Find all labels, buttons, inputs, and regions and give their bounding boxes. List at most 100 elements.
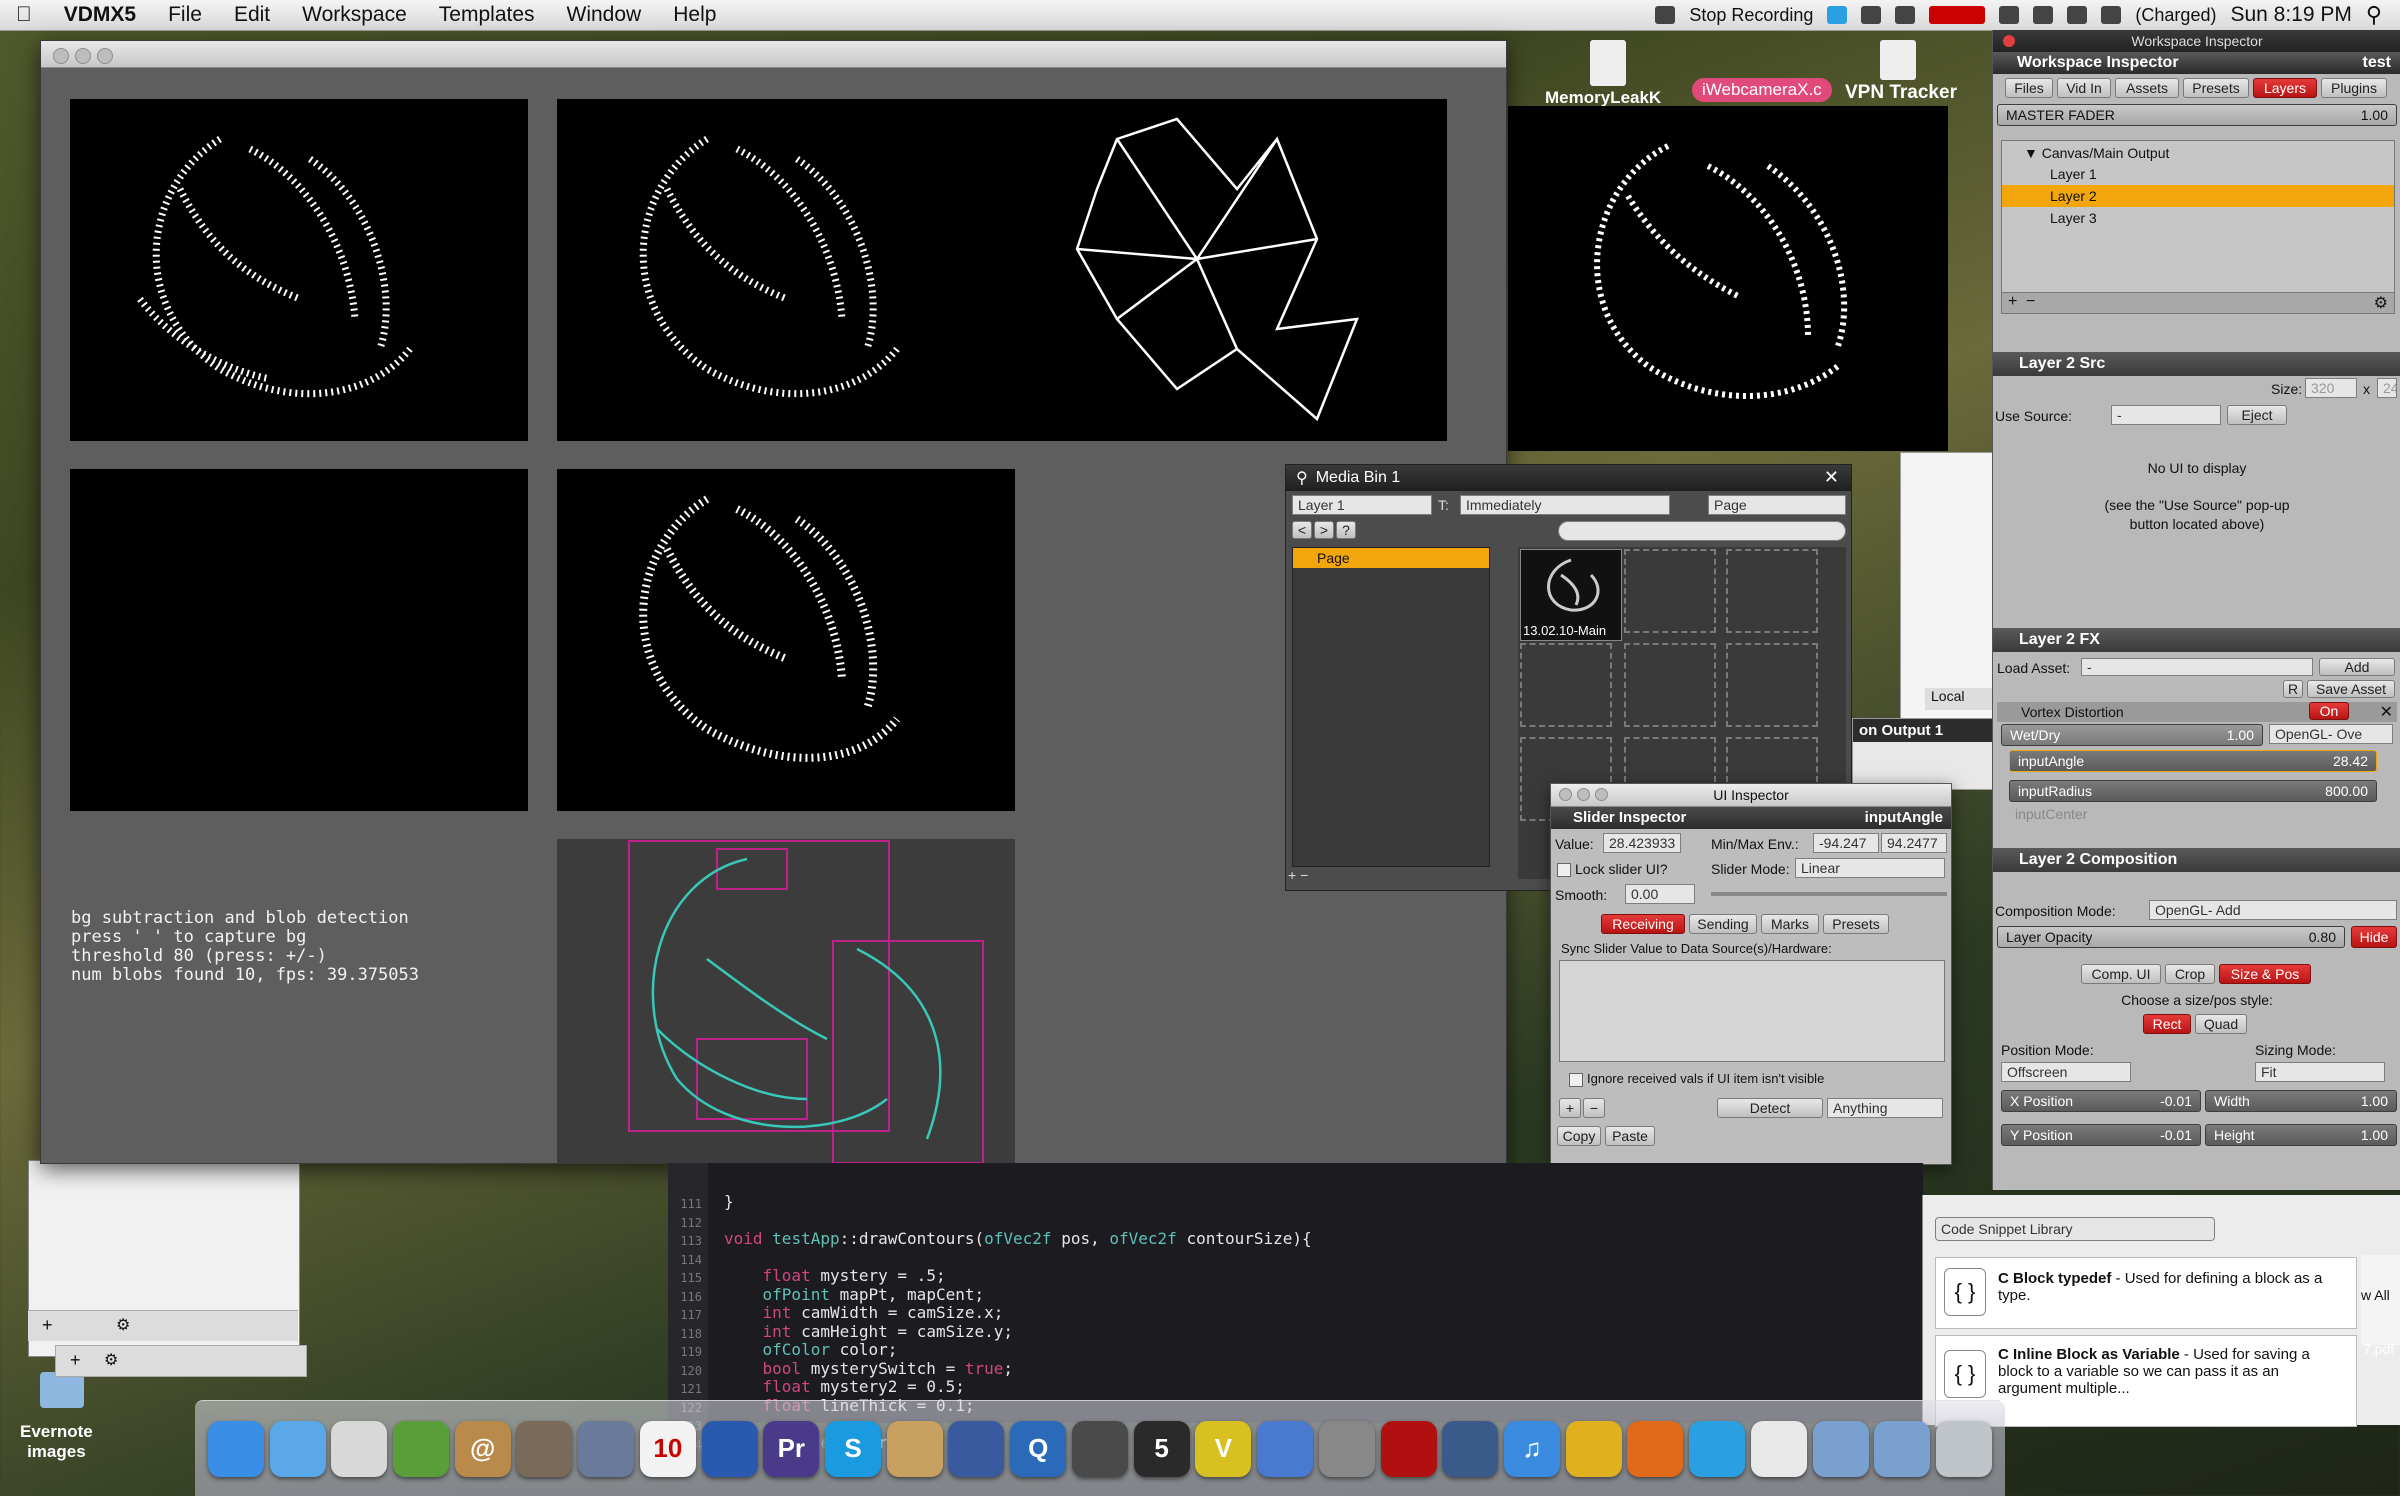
menu-file[interactable]: File xyxy=(152,3,218,27)
skype-icon[interactable]: S xyxy=(825,1420,882,1477)
volume-icon[interactable] xyxy=(2067,6,2088,24)
quicktime-icon[interactable]: Q xyxy=(1010,1420,1067,1477)
remove-layer-icon[interactable]: − xyxy=(2026,293,2035,311)
master-fader-slider[interactable]: MASTER FADER 1.00 xyxy=(1997,104,2397,126)
save-asset-button[interactable]: Save Asset xyxy=(2307,680,2395,698)
layer-composition-section-header[interactable]: Layer 2 Composition xyxy=(1993,848,2400,872)
empty-clip-slot[interactable] xyxy=(1624,549,1716,633)
documents-folder-icon[interactable] xyxy=(1874,1420,1931,1477)
size-height-field[interactable]: 240 xyxy=(2377,378,2397,398)
tab-receiving[interactable]: Receiving xyxy=(1601,914,1685,934)
menu-workspace[interactable]: Workspace xyxy=(286,3,423,27)
paste-button[interactable]: Paste xyxy=(1605,1126,1655,1146)
apple-menu-icon[interactable]:  xyxy=(0,3,48,27)
iphoto-icon[interactable] xyxy=(516,1420,573,1477)
show-all-tab[interactable]: w All xyxy=(2361,1255,2400,1345)
textedit-icon[interactable] xyxy=(1750,1420,1807,1477)
sizing-mode-select[interactable]: Fit xyxy=(2255,1062,2385,1082)
wet-dry-slider[interactable]: Wet/Dry 1.00 xyxy=(2001,724,2263,746)
xcode-icon[interactable] xyxy=(948,1420,1005,1477)
height-slider[interactable]: Height 1.00 xyxy=(2205,1124,2397,1146)
globe-icon[interactable] xyxy=(701,1420,758,1477)
vpn-tracker-label[interactable]: VPN Tracker xyxy=(1845,82,1957,104)
preview-icon[interactable] xyxy=(331,1420,388,1477)
menu-help[interactable]: Help xyxy=(657,3,732,27)
menu-edit[interactable]: Edit xyxy=(218,3,286,27)
help-button[interactable]: ? xyxy=(1336,521,1356,539)
minimize-window-icon[interactable] xyxy=(75,48,91,64)
add-icon[interactable]: + xyxy=(42,1315,53,1336)
add-source-button[interactable]: + xyxy=(1559,1098,1581,1118)
y-position-slider[interactable]: Y Position -0.01 xyxy=(2001,1124,2201,1146)
battery-status[interactable]: (Charged) xyxy=(2135,5,2216,26)
itunes-icon[interactable]: ♫ xyxy=(1503,1420,1560,1477)
tab-marks[interactable]: Marks xyxy=(1761,914,1819,934)
wifi-icon[interactable] xyxy=(2033,6,2054,24)
evernote-images-label[interactable]: Evernote images xyxy=(20,1422,93,1462)
shell-file-icon[interactable] xyxy=(1590,40,1626,86)
use-source-select[interactable]: - xyxy=(2111,405,2221,425)
add-icon-2[interactable]: + xyxy=(70,1350,81,1371)
width-slider[interactable]: Width 1.00 xyxy=(2205,1090,2397,1112)
flag-status-icon[interactable] xyxy=(1929,6,1986,24)
layer-item-3[interactable]: Layer 3 xyxy=(2002,207,2394,229)
ignore-received-checkbox[interactable] xyxy=(1569,1073,1583,1087)
menu-window[interactable]: Window xyxy=(551,3,658,27)
empty-clip-slot[interactable] xyxy=(1726,643,1818,727)
smooth-slider[interactable] xyxy=(1711,892,1947,896)
snippet-item[interactable]: { } C Block typedef - Used for defining … xyxy=(1935,1257,2357,1329)
tab-assets[interactable]: Assets xyxy=(2115,78,2179,98)
stop-recording-label[interactable]: Stop Recording xyxy=(1689,5,1813,26)
data-source-list[interactable] xyxy=(1559,960,1945,1062)
pdf-file-label[interactable]: 7.pdf xyxy=(2363,1341,2394,1357)
composition-mode-select[interactable]: OpenGL- Add xyxy=(2149,900,2397,920)
battery-icon[interactable] xyxy=(2101,6,2122,24)
trash-icon[interactable] xyxy=(1935,1420,1992,1477)
image-capture-icon[interactable] xyxy=(578,1420,635,1477)
page-select[interactable]: Page xyxy=(1708,495,1846,515)
layer-opacity-slider[interactable]: Layer Opacity 0.80 xyxy=(1997,926,2345,948)
snippet-library-select[interactable]: Code Snippet Library xyxy=(1935,1217,2215,1241)
twitter-status-icon[interactable] xyxy=(1827,6,1848,24)
tab-sending[interactable]: Sending xyxy=(1689,914,1757,934)
menu-app-name[interactable]: VDMX5 xyxy=(48,3,152,27)
slider-mode-select[interactable]: Linear xyxy=(1795,858,1945,878)
twitter-icon[interactable] xyxy=(1689,1420,1746,1477)
safari-icon[interactable] xyxy=(269,1420,326,1477)
close-icon[interactable]: ✕ xyxy=(1824,467,1839,488)
spotlight-icon[interactable]: ⚲ xyxy=(2366,2,2382,28)
empty-clip-slot[interactable] xyxy=(1726,549,1818,633)
tab-layers[interactable]: Layers xyxy=(2253,78,2317,98)
user-icon[interactable] xyxy=(1442,1420,1499,1477)
smooth-field[interactable]: 0.00 xyxy=(1625,884,1695,904)
empty-clip-slot[interactable] xyxy=(1624,643,1716,727)
tab-presets[interactable]: Presets xyxy=(2183,78,2249,98)
close-window-icon[interactable] xyxy=(2003,35,2015,47)
add-asset-button[interactable]: Add xyxy=(2319,658,2395,676)
empty-clip-slot[interactable] xyxy=(1520,643,1612,727)
vpn-tracker-file-icon[interactable] xyxy=(1880,40,1916,80)
layer-fx-section-header[interactable]: Layer 2 FX xyxy=(1993,628,2400,652)
tab-presets[interactable]: Presets xyxy=(1823,914,1889,934)
clip-thumbnail[interactable]: 13.02.10-Main xyxy=(1520,549,1622,641)
min-field[interactable]: -94.247 xyxy=(1813,833,1879,853)
rect-style-button[interactable]: Rect xyxy=(2143,1014,2191,1034)
remove-source-button[interactable]: − xyxy=(1583,1098,1605,1118)
max-field[interactable]: 94.2477 xyxy=(1881,833,1947,853)
chrome-icon[interactable] xyxy=(1565,1420,1622,1477)
load-asset-select[interactable]: - xyxy=(2081,658,2313,676)
code-editor[interactable]: } void testApp::drawContours(ofVec2f pos,… xyxy=(668,1163,1923,1451)
fx-on-toggle[interactable]: On xyxy=(2309,702,2349,720)
folder-icon[interactable] xyxy=(886,1420,943,1477)
red-app-icon[interactable] xyxy=(1380,1420,1437,1477)
premiere-icon[interactable]: Pr xyxy=(763,1420,820,1477)
pen-icon[interactable] xyxy=(1257,1420,1314,1477)
blend-mode-select[interactable]: OpenGL- Ove xyxy=(2269,724,2393,744)
minimize-window-icon[interactable] xyxy=(1577,788,1590,801)
finder-icon[interactable] xyxy=(207,1420,264,1477)
five-icon[interactable]: 5 xyxy=(1133,1420,1190,1477)
add-page-icon[interactable]: + − xyxy=(1288,867,1308,883)
action-menu-icon-2[interactable]: ⚙ xyxy=(104,1350,118,1370)
menu-clock[interactable]: Sun 8:19 PM xyxy=(2230,3,2351,27)
system-prefs-icon[interactable] xyxy=(1318,1420,1375,1477)
